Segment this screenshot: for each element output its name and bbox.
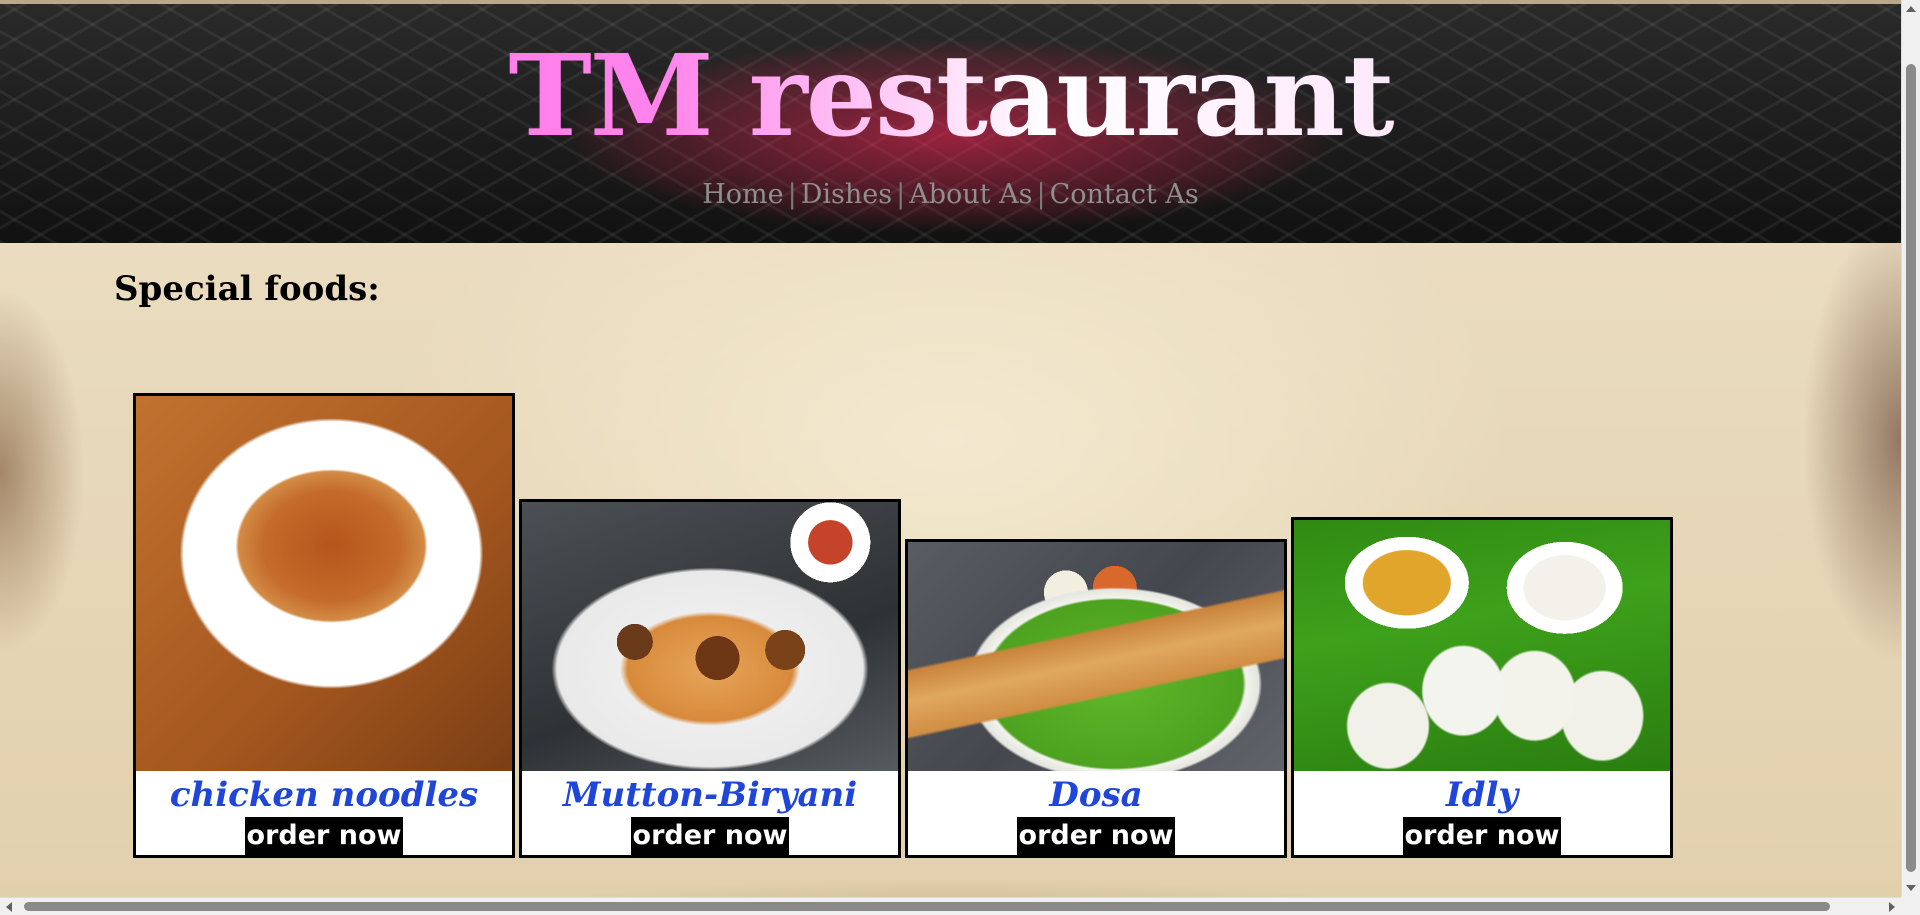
dish-card-chicken-noodles: chicken noodles order now [133, 393, 515, 858]
nav-separator: | [896, 179, 906, 210]
nav-contact-link[interactable]: Contact As [1050, 179, 1199, 210]
dish-caption: Idly order now [1294, 771, 1670, 855]
order-now-button[interactable]: order now [630, 817, 790, 855]
dish-name: chicken noodles [169, 775, 479, 815]
scrollbar-corner [1901, 897, 1920, 915]
site-header: TM restaurant Home | Dishes | About As | Conta… [0, 0, 1901, 243]
nav-dishes-link[interactable]: Dishes [801, 179, 892, 210]
section-title: Special foods: [114, 269, 380, 309]
scroll-right-icon[interactable] [1889, 902, 1895, 912]
order-now-button[interactable]: order now [1402, 817, 1562, 855]
scroll-down-icon[interactable] [1906, 885, 1916, 891]
idly-photo [1294, 520, 1670, 771]
nav-home-link[interactable]: Home [702, 179, 783, 210]
dish-caption: Mutton-Biryani order now [522, 771, 898, 855]
dish-name: Dosa [1049, 775, 1143, 815]
order-now-button[interactable]: order now [1016, 817, 1176, 855]
horizontal-scroll-thumb[interactable] [24, 902, 1830, 911]
main-content: Special foods: chicken noodles order now… [0, 243, 1901, 897]
chicken-noodles-photo [136, 396, 512, 771]
main-nav: Home | Dishes | About As | Contact As [0, 179, 1901, 210]
dish-card-mutton-biryani: Mutton-Biryani order now [519, 499, 901, 858]
dish-card-dosa: Dosa order now [905, 539, 1287, 858]
dish-caption: Dosa order now [908, 771, 1284, 855]
mutton-biryani-photo [522, 502, 898, 771]
dosa-photo [908, 542, 1284, 771]
nav-separator: | [1036, 179, 1046, 210]
horizontal-scrollbar[interactable] [0, 897, 1901, 915]
dish-name: Idly [1445, 775, 1519, 815]
scroll-up-icon[interactable] [1906, 6, 1916, 12]
dish-caption: chicken noodles order now [136, 771, 512, 855]
vertical-scrollbar[interactable] [1901, 0, 1920, 897]
order-now-button[interactable]: order now [244, 817, 404, 855]
dish-card-idly: Idly order now [1291, 517, 1673, 858]
scroll-left-icon[interactable] [6, 902, 12, 912]
dish-name: Mutton-Biryani [562, 775, 858, 815]
nav-separator: | [787, 179, 797, 210]
vertical-scroll-thumb[interactable] [1906, 64, 1916, 872]
site-title: TM restaurant [0, 32, 1901, 162]
nav-about-link[interactable]: About As [909, 179, 1032, 210]
